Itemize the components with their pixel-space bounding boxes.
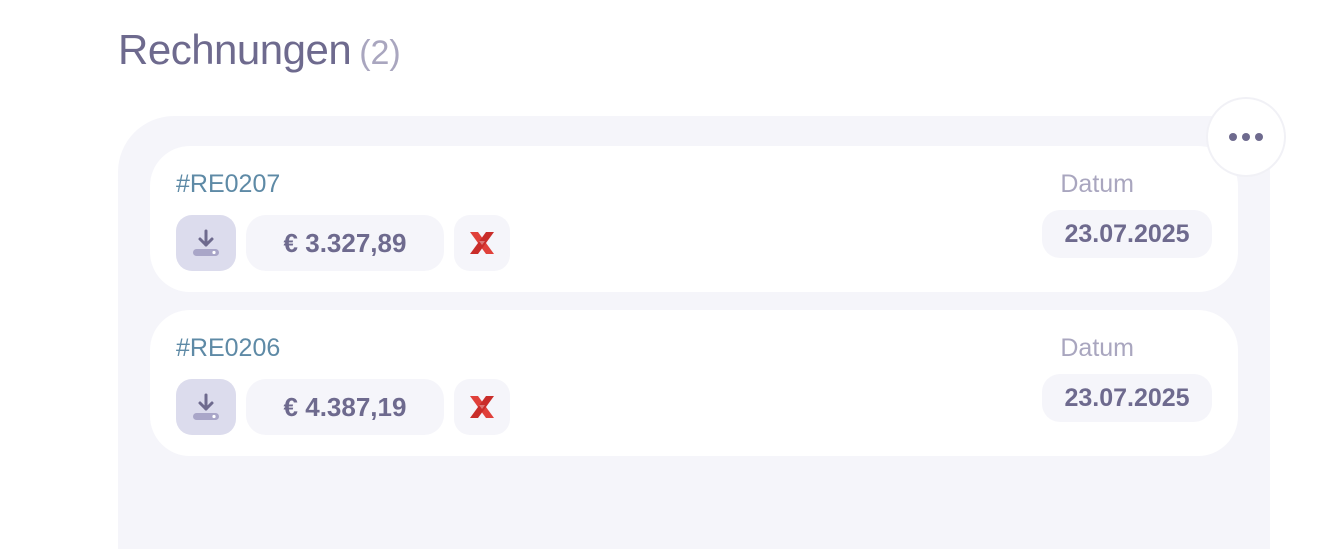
section-header: Rechnungen (2) (118, 26, 401, 74)
date-label: Datum (1060, 334, 1134, 362)
x-logo-icon (470, 232, 494, 254)
invoice-id[interactable]: #RE0206 (176, 334, 280, 363)
download-button[interactable] (176, 379, 236, 435)
invoice-date: 23.07.2025 (1042, 210, 1212, 258)
invoice-card: #RE0206 € 4.387,19 Datum 23.07.2025 (150, 310, 1238, 456)
page: Rechnungen (2) #RE0207 € 3.327,89 Datum … (0, 0, 1340, 549)
download-button[interactable] (176, 215, 236, 271)
more-horizontal-icon (1229, 133, 1263, 141)
x-logo-icon (470, 396, 494, 418)
section-title: Rechnungen (118, 26, 352, 73)
invoice-amount: € 3.327,89 (246, 215, 444, 271)
invoice-amount: € 4.387,19 (246, 379, 444, 435)
xrechnung-button[interactable] (454, 215, 510, 271)
download-icon (193, 229, 219, 256)
invoice-date: 23.07.2025 (1042, 374, 1212, 422)
invoice-id[interactable]: #RE0207 (176, 170, 280, 199)
xrechnung-button[interactable] (454, 379, 510, 435)
more-options-button[interactable] (1208, 99, 1284, 175)
section-count: (2) (359, 34, 401, 72)
download-icon (193, 393, 219, 420)
invoice-card: #RE0207 € 3.327,89 Datum 23.07.2025 (150, 146, 1238, 292)
date-label: Datum (1060, 170, 1134, 198)
